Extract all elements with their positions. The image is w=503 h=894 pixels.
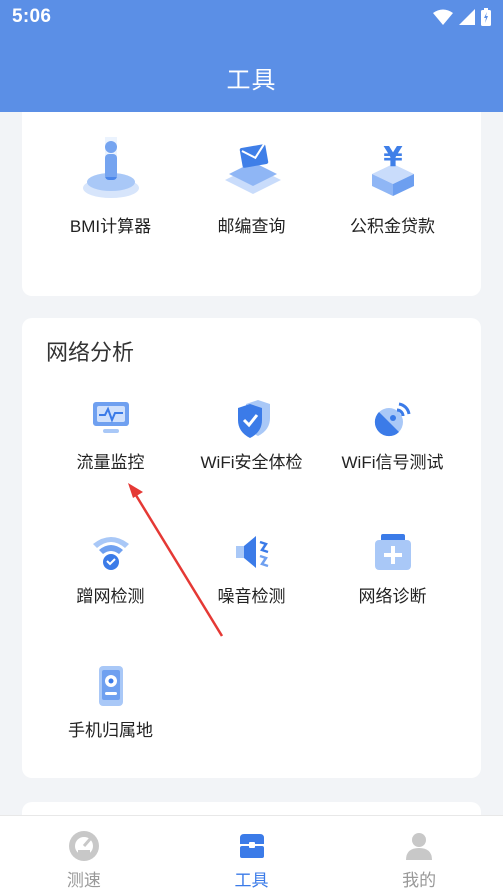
page-title: 工具 xyxy=(226,67,277,94)
yuan-fund-icon: ¥ xyxy=(371,140,414,196)
bottom-nav: 测速 工具 我的 xyxy=(0,815,503,894)
postcode-envelope-icon xyxy=(224,143,281,194)
tool-label: WiFi安全体检 xyxy=(200,453,303,472)
speedometer-icon xyxy=(68,831,99,861)
phone-location-icon xyxy=(98,666,123,706)
tool-postcode[interactable]: 邮编查询 xyxy=(175,134,328,237)
nav-speedtest[interactable]: 测速 xyxy=(0,816,168,894)
network-diagnosis-kit-icon xyxy=(374,534,411,570)
network-analysis-card: 网络分析 流量监控 WiFi安全体检 WiFi信号测试 蹭网检测 噪音检测 网络… xyxy=(22,318,481,778)
toolbox-icon xyxy=(239,834,264,858)
tool-label: BMI计算器 xyxy=(69,217,152,236)
tool-traffic-monitor[interactable]: 流量监控 xyxy=(34,396,187,473)
cell-signal-icon xyxy=(459,9,475,25)
tool-wifi-leech[interactable]: 蹭网检测 xyxy=(34,530,187,607)
wifi-leech-icon xyxy=(92,537,129,570)
tool-label: 噪音检测 xyxy=(217,587,286,606)
bmi-person-icon xyxy=(82,137,139,198)
tool-label: 蹭网检测 xyxy=(76,587,145,606)
nav-label: 测速 xyxy=(66,871,101,890)
wifi-status-icon xyxy=(433,9,453,25)
svg-text:¥: ¥ xyxy=(383,140,403,173)
tool-bmi[interactable]: BMI计算器 xyxy=(34,134,187,237)
nav-label: 我的 xyxy=(402,871,437,890)
status-bar: 5:06 xyxy=(0,0,503,34)
status-time: 5:06 xyxy=(12,6,52,27)
tool-label: 网络诊断 xyxy=(358,587,427,606)
section-title: 网络分析 xyxy=(46,340,135,365)
tools-card-general: BMI计算器 邮编查询 ¥ 公积金贷款 xyxy=(22,112,481,296)
nav-profile[interactable]: 我的 xyxy=(335,816,503,894)
tool-phone-location[interactable]: 手机归属地 xyxy=(34,664,187,741)
tool-label: WiFi信号测试 xyxy=(341,453,444,472)
traffic-monitor-icon xyxy=(92,402,129,433)
nav-tools[interactable]: 工具 xyxy=(168,816,336,894)
tool-label: 流量监控 xyxy=(76,453,145,472)
tool-noise-detect[interactable]: 噪音检测 xyxy=(175,530,328,607)
wifi-signal-dish-icon xyxy=(374,402,410,437)
profile-icon xyxy=(406,833,433,860)
tool-wifi-signal[interactable]: WiFi信号测试 xyxy=(316,396,469,473)
tool-wifi-security[interactable]: WiFi安全体检 xyxy=(175,396,328,473)
tool-label: 手机归属地 xyxy=(68,721,153,740)
wifi-security-shield-icon xyxy=(237,400,270,438)
battery-icon xyxy=(481,8,491,26)
tool-network-diagnosis[interactable]: 网络诊断 xyxy=(316,530,469,607)
nav-label: 工具 xyxy=(234,871,269,890)
app-header: 5:06 工具 xyxy=(0,0,503,112)
tool-housing-fund[interactable]: ¥ 公积金贷款 xyxy=(316,134,469,237)
noise-speaker-icon xyxy=(235,536,268,568)
status-icons xyxy=(433,8,491,26)
tools-card-more xyxy=(22,802,481,815)
tool-label: 公积金贷款 xyxy=(350,217,435,236)
tools-content[interactable]: BMI计算器 邮编查询 ¥ 公积金贷款 网络分析 流量监控 WiFi安全体检 W… xyxy=(0,112,503,815)
tool-label: 邮编查询 xyxy=(217,217,286,236)
